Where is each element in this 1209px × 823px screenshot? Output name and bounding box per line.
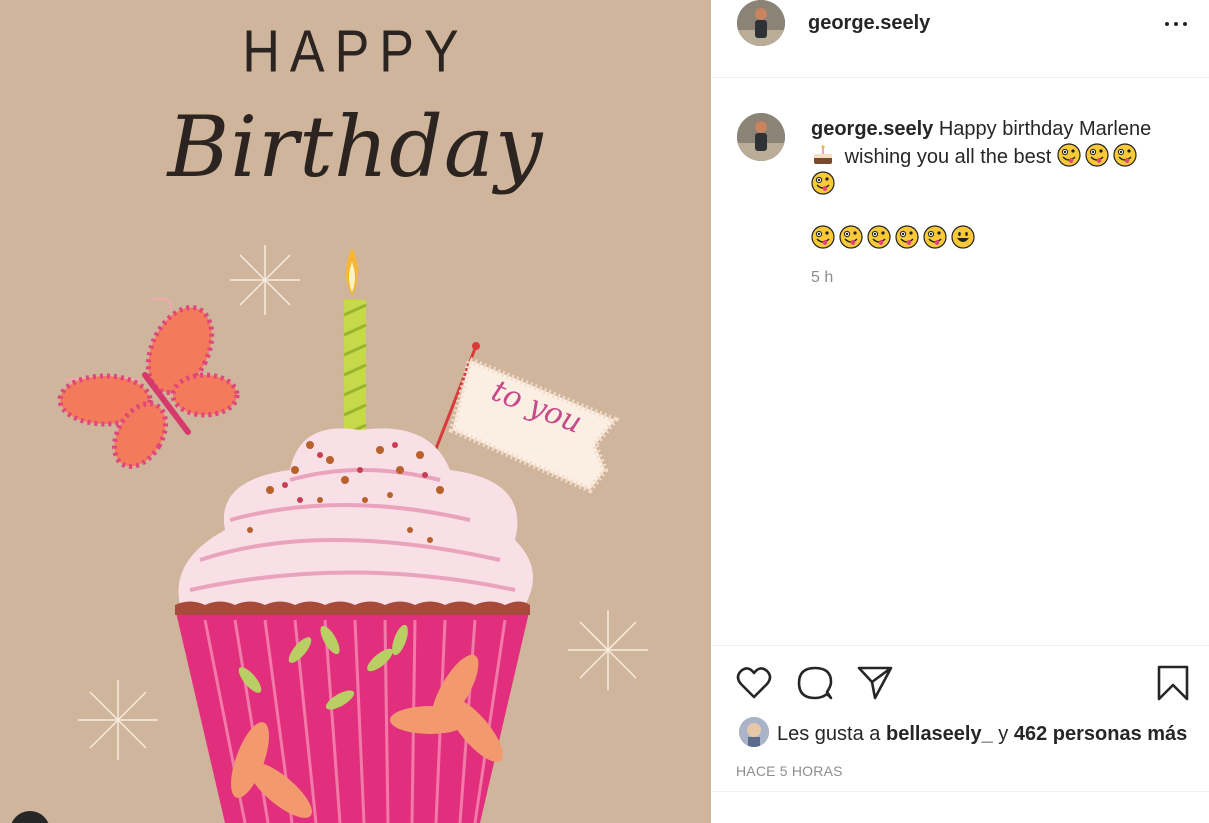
- sparkle-left: [78, 680, 158, 760]
- post-timestamp[interactable]: HACE 5 HORAS: [736, 763, 843, 779]
- heart-icon[interactable]: [735, 664, 773, 702]
- caption-time[interactable]: 5 h: [811, 269, 833, 287]
- caption-text: george.seely Happy birthday Marlene wish…: [811, 116, 1181, 253]
- zany-face-emoji-icon: [1085, 143, 1109, 167]
- zany-face-emoji-icon: [811, 171, 835, 195]
- zany-face-emoji-icon: [839, 225, 863, 249]
- emoji-row: [811, 225, 1181, 253]
- sparkle-top: [230, 245, 300, 315]
- caption-text-part2: wishing you all the best: [844, 146, 1052, 168]
- liker-avatar[interactable]: [739, 717, 769, 747]
- caption-avatar[interactable]: [737, 113, 785, 161]
- author-username[interactable]: george.seely: [808, 12, 930, 35]
- post-image[interactable]: HAPPY Birthday to you: [0, 0, 711, 823]
- paper-plane-icon[interactable]: [856, 664, 894, 702]
- cupcake-wrapper: [175, 601, 530, 823]
- caption-text-part1: Happy birthday Marlene: [938, 118, 1152, 140]
- bookmark-icon[interactable]: [1154, 664, 1192, 702]
- zany-face-emoji-icon: [1113, 143, 1137, 167]
- likes-summary: Les gusta a bellaseely_ y 462 personas m…: [739, 717, 1187, 747]
- more-options-icon[interactable]: [1163, 14, 1189, 34]
- cake-emoji-icon: [814, 145, 832, 164]
- post-panel: george.seely george.seely Happy birthday…: [711, 0, 1209, 823]
- author-avatar[interactable]: [737, 0, 785, 46]
- grinning-face-emoji-icon: [951, 225, 975, 249]
- zany-face-emoji-icon: [923, 225, 947, 249]
- liker-username[interactable]: bellaseely_: [886, 723, 993, 745]
- caption-username[interactable]: george.seely: [811, 118, 933, 140]
- flag: to you: [418, 342, 620, 494]
- likes-count[interactable]: 462 personas más: [1014, 723, 1187, 745]
- speech-bubble-icon[interactable]: [796, 664, 834, 702]
- butterfly: [57, 297, 240, 469]
- zany-face-emoji-icon: [1057, 143, 1081, 167]
- candle: [343, 248, 367, 460]
- zany-face-emoji-icon: [811, 225, 835, 249]
- post-actions-section: Les gusta a bellaseely_ y 462 personas m…: [711, 645, 1209, 792]
- post-header: george.seely: [711, 0, 1209, 78]
- zany-face-emoji-icon: [867, 225, 891, 249]
- zany-face-emoji-icon: [895, 225, 919, 249]
- sparkle-right: [568, 610, 648, 690]
- cupcake-illustration: to you: [57, 245, 648, 823]
- likes-connector: y: [998, 723, 1009, 745]
- likes-prefix: Les gusta a: [777, 723, 881, 745]
- frosting: [178, 428, 533, 605]
